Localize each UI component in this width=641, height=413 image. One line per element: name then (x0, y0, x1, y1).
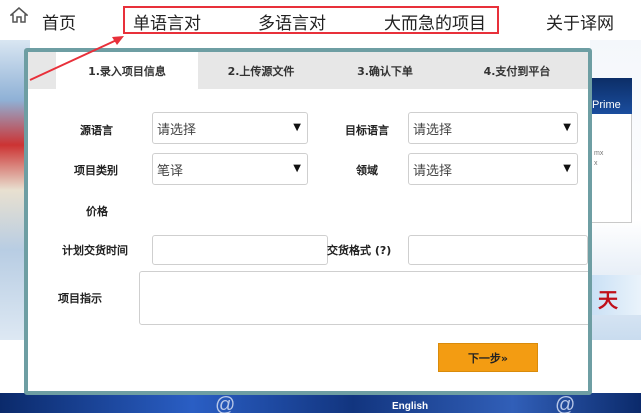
dropdown-caret-icon: ▼ (563, 163, 571, 174)
project-order-dialog: 1.录入项目信息 2.上传源文件 3.确认下单 4.支付到平台 源语言 请选择 … (24, 48, 592, 395)
at-icon: @ (215, 394, 236, 413)
domain-select[interactable]: 请选择 ▼ (408, 153, 578, 185)
nav-about[interactable]: 关于译网 (546, 9, 614, 34)
dropdown-caret-icon: ▼ (563, 122, 571, 133)
price-label: 价格 (86, 205, 108, 218)
background-footer-banner (0, 393, 641, 413)
source-language-label: 源语言 (80, 124, 113, 137)
step-tabs: 1.录入项目信息 2.上传源文件 3.确认下单 4.支付到平台 (28, 52, 588, 89)
home-icon[interactable] (10, 7, 28, 23)
instructions-textarea[interactable] (139, 271, 588, 325)
delivery-time-label: 计划交货时间 (62, 244, 128, 257)
target-language-value: 请选择 (413, 122, 453, 138)
nav-highlight-box (123, 6, 499, 34)
source-language-value: 请选择 (157, 122, 197, 138)
at-icon: @ (555, 394, 576, 413)
side-advertisement-brand: Prime (592, 99, 621, 111)
project-type-select[interactable]: 笔译 ▼ (152, 153, 308, 185)
step-tab-upload-source-file[interactable]: 2.上传源文件 (198, 52, 324, 89)
english-link[interactable]: English (392, 401, 428, 412)
side-advertisement-text: x (594, 160, 598, 167)
next-step-button[interactable]: 下一步» (438, 343, 538, 372)
delivery-format-label: 交货格式 (?) (327, 244, 392, 257)
nav-home[interactable]: 首页 (42, 9, 76, 34)
side-advertisement-text: mx (594, 150, 604, 157)
project-type-value: 笔译 (157, 163, 184, 179)
instructions-label: 项目指示 (58, 292, 102, 305)
step-tab-confirm-order[interactable]: 3.确认下单 (324, 52, 446, 89)
background-banner-text: 天 (598, 288, 620, 312)
delivery-format-input[interactable] (408, 235, 588, 265)
project-type-label: 项目类别 (74, 164, 118, 177)
delivery-time-input[interactable] (152, 235, 328, 265)
domain-value: 请选择 (413, 163, 453, 179)
target-language-label: 目标语言 (345, 124, 389, 137)
dropdown-caret-icon: ▼ (293, 122, 301, 133)
step-tab-enter-project-info[interactable]: 1.录入项目信息 (56, 52, 198, 89)
domain-label: 领域 (356, 164, 378, 177)
target-language-select[interactable]: 请选择 ▼ (408, 112, 578, 144)
dropdown-caret-icon: ▼ (293, 163, 301, 174)
step-tab-pay-to-platform[interactable]: 4.支付到平台 (446, 52, 588, 89)
source-language-select[interactable]: 请选择 ▼ (152, 112, 308, 144)
